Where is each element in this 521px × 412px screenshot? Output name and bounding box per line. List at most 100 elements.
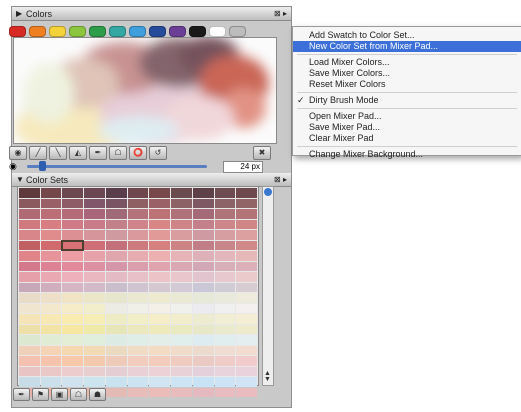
color-set-swatch[interactable] <box>40 198 62 208</box>
color-set-swatch[interactable] <box>40 335 62 345</box>
color-set-swatch[interactable] <box>40 251 62 261</box>
color-set-swatch[interactable] <box>171 356 192 366</box>
color-set-swatch[interactable] <box>105 335 127 345</box>
color-set-swatch[interactable] <box>192 293 214 303</box>
color-set-swatch[interactable] <box>105 345 127 355</box>
color-set-swatch[interactable] <box>127 198 149 208</box>
panel-menu-icon[interactable]: ⊠ ▸ <box>274 173 287 187</box>
color-set-swatch[interactable] <box>40 188 62 198</box>
color-set-swatch[interactable] <box>127 387 149 397</box>
color-set-swatch[interactable] <box>214 272 236 282</box>
color-set-swatch[interactable] <box>214 240 236 250</box>
color-set-swatch[interactable] <box>62 377 84 387</box>
color-set-swatch[interactable] <box>236 324 257 334</box>
color-set-swatch[interactable] <box>149 261 171 271</box>
color-set-swatch[interactable] <box>62 324 84 334</box>
panel-menu-icon[interactable]: ⊠ ▸ <box>274 7 287 21</box>
color-set-swatch[interactable] <box>84 188 105 198</box>
color-set-swatch[interactable] <box>105 293 127 303</box>
color-set-swatch[interactable] <box>171 303 192 313</box>
menu-item[interactable]: ✓ Dirty Brush Mode <box>293 95 521 106</box>
color-set-swatch[interactable] <box>214 303 236 313</box>
color-set-swatch[interactable] <box>149 356 171 366</box>
color-set-swatch[interactable] <box>192 282 214 292</box>
menu-item[interactable]: Add Swatch to Color Set... <box>293 30 521 41</box>
color-set-swatch[interactable] <box>192 303 214 313</box>
color-set-swatch[interactable] <box>236 387 257 397</box>
color-set-swatch[interactable] <box>62 261 84 271</box>
color-set-swatch[interactable] <box>40 356 62 366</box>
color-set-swatch[interactable] <box>171 251 192 261</box>
color-set-swatch[interactable] <box>105 188 127 198</box>
color-set-swatch[interactable] <box>62 230 84 240</box>
color-set-swatch[interactable] <box>40 209 62 219</box>
color-set-swatch[interactable] <box>62 282 84 292</box>
color-swatch[interactable] <box>149 26 166 37</box>
color-set-swatch[interactable] <box>149 198 171 208</box>
color-set-swatch[interactable] <box>149 324 171 334</box>
color-set-swatch[interactable] <box>149 377 171 387</box>
color-set-swatch[interactable] <box>127 219 149 229</box>
color-set-swatch[interactable] <box>84 345 105 355</box>
mixer-tool-icon[interactable]: ╲ <box>49 146 67 160</box>
color-set-swatch[interactable] <box>171 387 192 397</box>
color-set-swatch[interactable] <box>236 219 257 229</box>
color-set-swatch[interactable] <box>236 377 257 387</box>
color-set-swatch[interactable] <box>127 209 149 219</box>
color-set-swatch[interactable] <box>214 251 236 261</box>
menu-item[interactable]: Reset Mixer Colors <box>293 79 521 90</box>
color-set-swatch[interactable] <box>236 366 257 376</box>
color-set-swatch[interactable] <box>40 377 62 387</box>
color-set-swatch[interactable] <box>214 356 236 366</box>
color-set-swatch[interactable] <box>40 230 62 240</box>
color-set-swatch[interactable] <box>214 345 236 355</box>
mixer-pad[interactable] <box>13 37 277 144</box>
color-set-swatch[interactable] <box>19 314 40 324</box>
color-set-swatch[interactable] <box>149 188 171 198</box>
color-set-swatch[interactable] <box>84 314 105 324</box>
color-swatch[interactable] <box>49 26 66 37</box>
color-set-swatch[interactable] <box>40 272 62 282</box>
color-sets-scrollbar[interactable]: ▲ ▼ <box>262 186 274 386</box>
color-set-action-icon[interactable]: ✒ <box>13 388 30 401</box>
color-set-swatch[interactable] <box>127 335 149 345</box>
color-set-swatch[interactable] <box>149 303 171 313</box>
mixer-tool-icon[interactable]: ◭ <box>69 146 87 160</box>
color-set-swatch[interactable] <box>192 356 214 366</box>
color-set-swatch[interactable] <box>171 272 192 282</box>
color-swatch[interactable] <box>129 26 146 37</box>
color-set-swatch[interactable] <box>236 335 257 345</box>
color-set-swatch[interactable] <box>236 293 257 303</box>
color-set-swatch[interactable] <box>84 272 105 282</box>
menu-item[interactable]: Save Mixer Colors... <box>293 68 521 79</box>
color-set-swatch[interactable] <box>105 387 127 397</box>
menu-item[interactable]: New Color Set from Mixer Pad... <box>293 41 521 52</box>
color-set-swatch[interactable] <box>214 282 236 292</box>
color-set-swatch[interactable] <box>192 219 214 229</box>
menu-item[interactable]: Open Mixer Pad... <box>293 111 521 122</box>
color-swatch[interactable] <box>229 26 246 37</box>
color-set-swatch[interactable] <box>236 303 257 313</box>
color-set-swatch[interactable] <box>62 293 84 303</box>
color-set-swatch[interactable] <box>192 314 214 324</box>
color-set-action-icon[interactable]: ☗ <box>89 388 106 401</box>
color-set-swatch[interactable] <box>214 219 236 229</box>
color-set-swatch[interactable] <box>236 282 257 292</box>
color-set-swatch[interactable] <box>171 209 192 219</box>
menu-item[interactable]: Load Mixer Colors... <box>293 57 521 68</box>
color-set-swatch[interactable] <box>105 272 127 282</box>
color-set-swatch[interactable] <box>214 366 236 376</box>
color-set-swatch[interactable] <box>127 356 149 366</box>
color-set-swatch[interactable] <box>19 335 40 345</box>
color-set-swatch[interactable] <box>171 345 192 355</box>
color-set-swatch[interactable] <box>84 356 105 366</box>
color-set-swatch[interactable] <box>236 230 257 240</box>
color-set-swatch[interactable] <box>214 209 236 219</box>
color-set-swatch[interactable] <box>149 314 171 324</box>
color-set-swatch[interactable] <box>171 261 192 271</box>
color-set-swatch[interactable] <box>40 303 62 313</box>
color-set-swatch[interactable] <box>40 345 62 355</box>
color-set-swatch[interactable] <box>127 303 149 313</box>
color-set-swatch[interactable] <box>62 356 84 366</box>
color-set-swatch[interactable] <box>236 345 257 355</box>
